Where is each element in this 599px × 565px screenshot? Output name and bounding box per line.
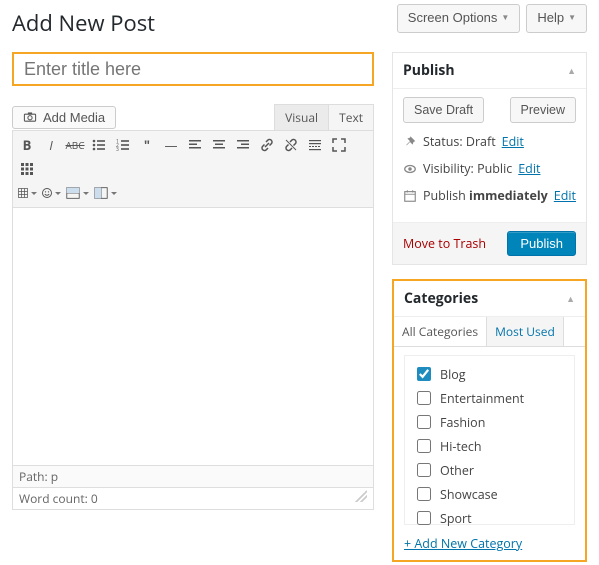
category-label: Sport bbox=[440, 510, 472, 527]
category-item[interactable]: Blog bbox=[413, 362, 566, 386]
categories-tab-mostused[interactable]: Most Used bbox=[487, 317, 564, 346]
publish-button[interactable]: Publish bbox=[507, 231, 576, 256]
unlink-icon[interactable] bbox=[281, 135, 301, 155]
categories-heading: Categories bbox=[404, 289, 478, 308]
edit-visibility-link[interactable]: Edit bbox=[518, 160, 540, 177]
category-label: Fashion bbox=[440, 414, 485, 431]
camera-icon bbox=[23, 110, 37, 124]
align-center-icon[interactable] bbox=[209, 135, 229, 155]
link-icon[interactable] bbox=[257, 135, 277, 155]
collapse-icon[interactable]: ▲ bbox=[566, 292, 575, 305]
svg-text:3: 3 bbox=[116, 147, 119, 153]
fullscreen-icon[interactable] bbox=[329, 135, 349, 155]
preview-button[interactable]: Preview bbox=[510, 97, 576, 123]
category-checkbox[interactable] bbox=[417, 415, 431, 429]
add-media-label: Add Media bbox=[43, 110, 105, 125]
category-checkbox[interactable] bbox=[417, 367, 431, 381]
editor-tab-visual[interactable]: Visual bbox=[274, 104, 329, 130]
category-item[interactable]: Sport bbox=[413, 506, 566, 530]
numbered-list-icon[interactable]: 123 bbox=[113, 135, 133, 155]
word-count: Word count: 0 bbox=[19, 490, 98, 507]
caret-down-icon: ▼ bbox=[501, 12, 509, 25]
more-tag-icon[interactable] bbox=[305, 135, 325, 155]
edit-status-link[interactable]: Edit bbox=[502, 133, 524, 150]
collapse-icon[interactable]: ▲ bbox=[567, 64, 576, 77]
table-icon[interactable] bbox=[17, 183, 37, 203]
category-checkbox[interactable] bbox=[417, 391, 431, 405]
save-draft-button[interactable]: Save Draft bbox=[403, 97, 484, 123]
move-to-trash-link[interactable]: Move to Trash bbox=[403, 235, 486, 252]
publish-heading: Publish bbox=[403, 61, 455, 80]
editor-tab-text[interactable]: Text bbox=[329, 104, 374, 130]
screen-options-label: Screen Options bbox=[408, 8, 498, 29]
category-item[interactable]: Other bbox=[413, 458, 566, 482]
categories-box: Categories ▲ All Categories Most Used Blo… bbox=[392, 279, 587, 562]
editor-path-bar: Path: p bbox=[12, 466, 374, 488]
help-button[interactable]: Help ▼ bbox=[526, 4, 587, 33]
category-checkbox[interactable] bbox=[417, 511, 431, 525]
category-checkbox[interactable] bbox=[417, 463, 431, 477]
categories-tab-all[interactable]: All Categories bbox=[394, 317, 487, 346]
category-label: Showcase bbox=[440, 486, 498, 503]
post-title-input[interactable] bbox=[12, 52, 374, 86]
edit-schedule-link[interactable]: Edit bbox=[554, 187, 576, 204]
category-item[interactable]: Entertainment bbox=[413, 386, 566, 410]
editor-toolbar: B I ABC 123 " — bbox=[12, 130, 374, 208]
toolbar-toggle-icon[interactable] bbox=[17, 159, 37, 179]
publish-box: Publish▲ Save Draft Preview Status: Draf… bbox=[392, 52, 587, 265]
align-right-icon[interactable] bbox=[233, 135, 253, 155]
bullet-list-icon[interactable] bbox=[89, 135, 109, 155]
category-label: Other bbox=[440, 462, 474, 479]
blockquote-icon[interactable]: " bbox=[137, 135, 157, 155]
bold-icon[interactable]: B bbox=[17, 135, 37, 155]
hr-icon[interactable]: — bbox=[161, 135, 181, 155]
italic-icon[interactable]: I bbox=[41, 135, 61, 155]
help-label: Help bbox=[537, 8, 564, 29]
colnav-icon[interactable] bbox=[93, 183, 117, 203]
resize-grip-icon[interactable] bbox=[355, 490, 367, 502]
calendar-icon bbox=[403, 189, 417, 203]
category-item[interactable]: Fashion bbox=[413, 410, 566, 434]
category-label: Entertainment bbox=[440, 390, 524, 407]
category-item[interactable]: Showcase bbox=[413, 482, 566, 506]
add-new-category-link[interactable]: + Add New Category bbox=[404, 535, 522, 552]
category-checkbox[interactable] bbox=[417, 439, 431, 453]
category-label: Hi-tech bbox=[440, 438, 482, 455]
editor-canvas[interactable] bbox=[12, 208, 374, 466]
emoticons-icon[interactable] bbox=[41, 183, 61, 203]
pushpin-icon bbox=[403, 135, 417, 149]
caret-down-icon: ▼ bbox=[568, 12, 576, 25]
categories-list: Blog Entertainment Fashion Hi-tech Other Show… bbox=[404, 355, 575, 525]
screen-options-button[interactable]: Screen Options ▼ bbox=[397, 4, 521, 33]
category-item[interactable]: Hi-tech bbox=[413, 434, 566, 458]
category-label: Blog bbox=[440, 366, 466, 383]
rownav-icon[interactable] bbox=[65, 183, 89, 203]
align-left-icon[interactable] bbox=[185, 135, 205, 155]
visibility-icon bbox=[403, 162, 417, 176]
add-media-button[interactable]: Add Media bbox=[12, 106, 116, 129]
category-checkbox[interactable] bbox=[417, 487, 431, 501]
strikethrough-icon[interactable]: ABC bbox=[65, 135, 85, 155]
